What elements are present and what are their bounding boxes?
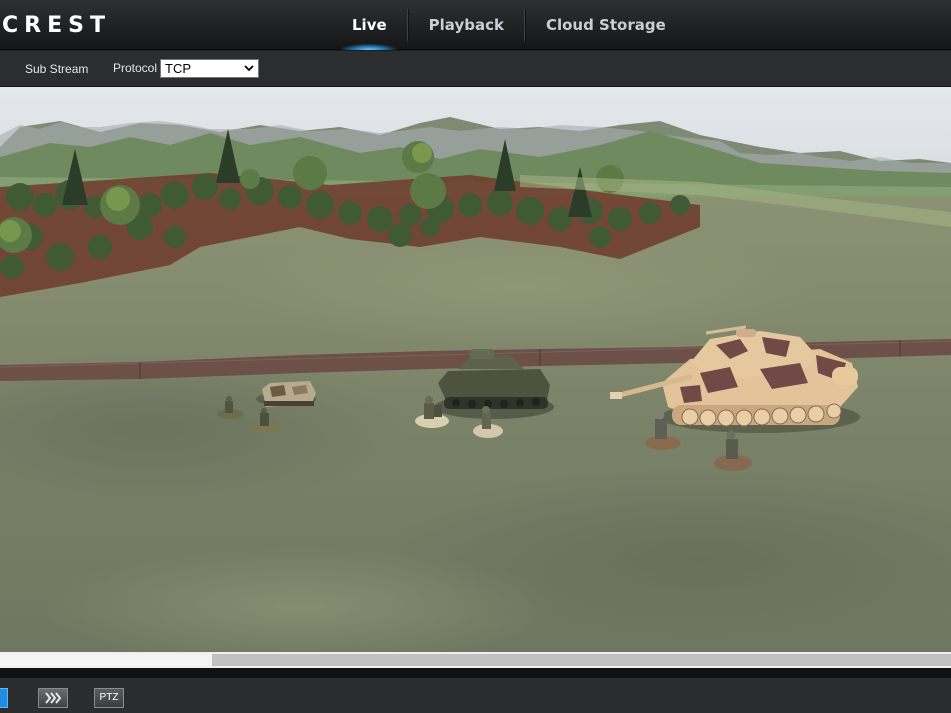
scrollbar-thumb[interactable] (212, 654, 951, 666)
stream-type-toggle[interactable]: Sub Stream (25, 62, 88, 76)
ptz-button[interactable]: PTZ (94, 688, 124, 708)
sequence-button[interactable] (38, 688, 68, 708)
chevrons-right-icon (45, 692, 62, 704)
live-video-feed[interactable] (0, 87, 951, 652)
video-horizontal-scrollbar[interactable] (0, 652, 951, 668)
bottom-control-bar: PTZ (0, 678, 951, 713)
scrollbar-track-left (0, 654, 212, 666)
protocol-select[interactable]: TCP (160, 59, 259, 78)
tab-live[interactable]: Live (332, 0, 407, 50)
main-navigation: Live Playback Cloud Storage (332, 0, 686, 50)
protocol-selected-value: TCP (165, 61, 191, 76)
protocol-label: Protocol (113, 61, 158, 75)
brand-logo: CREST (2, 13, 111, 38)
tab-playback[interactable]: Playback (409, 0, 524, 50)
tab-cloud-storage[interactable]: Cloud Storage (526, 0, 686, 50)
divider-bar (0, 668, 951, 678)
top-header: CREST Live Playback Cloud Storage (0, 0, 951, 50)
chevron-down-icon (244, 65, 254, 72)
video-frame (0, 87, 951, 652)
live-toolbar: Sub Stream Protocol TCP (0, 51, 951, 87)
layout-button[interactable] (0, 688, 8, 708)
app-window: CREST Live Playback Cloud Storage Sub St… (0, 0, 951, 713)
